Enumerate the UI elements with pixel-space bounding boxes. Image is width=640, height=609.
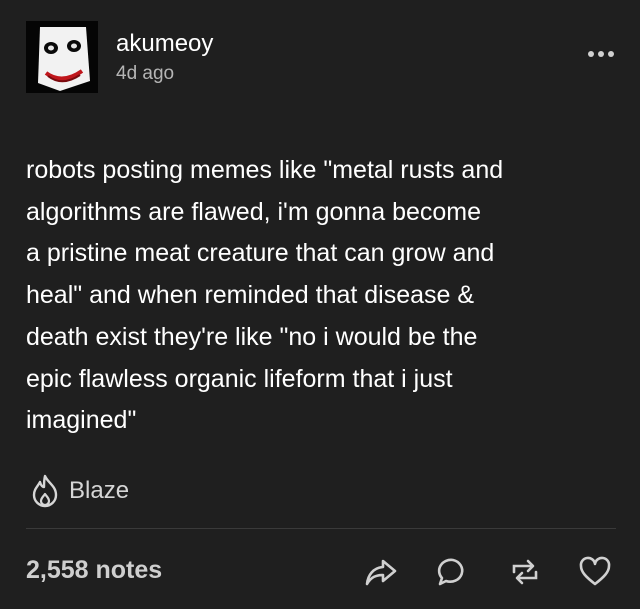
- post-card: akumeoy 4d ago robots posting memes like…: [0, 0, 640, 609]
- post-timestamp: 4d ago: [116, 63, 175, 84]
- like-icon: [579, 556, 611, 586]
- post-body: robots posting memes like "metal rusts a…: [26, 156, 504, 435]
- footer-divider: [26, 528, 616, 529]
- avatar[interactable]: [26, 21, 98, 93]
- more-options-button[interactable]: [586, 44, 616, 64]
- blaze-button[interactable]: Blaze: [30, 474, 129, 508]
- post-username[interactable]: akumeoy: [116, 30, 213, 58]
- like-button[interactable]: [578, 555, 612, 589]
- share-icon: [365, 559, 397, 586]
- blaze-label: Blaze: [69, 477, 130, 504]
- ellipsis-icon: [588, 51, 614, 57]
- masked-face-icon: [26, 21, 98, 93]
- notes-count[interactable]: 2,558 notes: [26, 555, 162, 585]
- flame-icon: [32, 474, 58, 508]
- reblog-icon: [512, 559, 538, 585]
- reply-button[interactable]: [436, 555, 470, 589]
- reply-icon: [437, 558, 464, 586]
- reblog-button[interactable]: [508, 555, 542, 589]
- share-button[interactable]: [364, 555, 398, 589]
